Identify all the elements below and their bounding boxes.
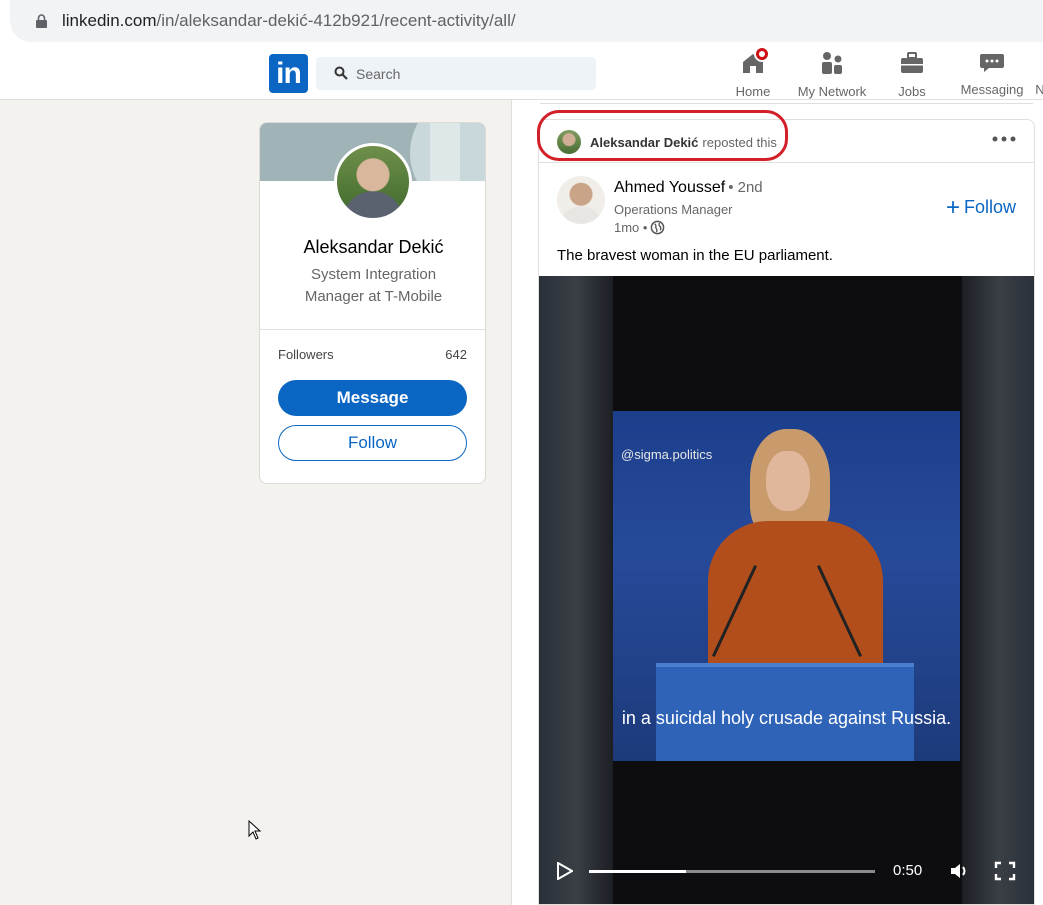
- connection-degree: • 2nd: [728, 179, 763, 196]
- linkedin-logo[interactable]: in: [269, 54, 308, 93]
- author-avatar[interactable]: [557, 176, 605, 224]
- video-time: 0:50: [893, 862, 923, 879]
- divider: [260, 329, 485, 330]
- author-name[interactable]: Ahmed Youssef: [614, 179, 725, 196]
- post-time: 1mo •: [614, 220, 665, 235]
- video-watermark: @sigma.politics: [621, 447, 713, 462]
- profile-card: Aleksandar Dekić System Integration Mana…: [259, 122, 486, 484]
- video-blur-left: [539, 276, 613, 904]
- notifications-icon: [1035, 50, 1043, 76]
- column-divider: [511, 100, 512, 905]
- url-text[interactable]: linkedin.com/in/aleksandar-dekić-412b921…: [62, 11, 516, 31]
- nav-jobs[interactable]: Jobs: [890, 50, 934, 100]
- nav-notifications[interactable]: N: [1033, 50, 1043, 100]
- more-options-icon[interactable]: [990, 132, 1018, 152]
- browser-url-bar: linkedin.com/in/aleksandar-dekić-412b921…: [0, 0, 1043, 44]
- nav-home-label: Home: [735, 84, 771, 99]
- follow-author-label: Follow: [963, 197, 1016, 217]
- nav-notifications-label: N: [1035, 82, 1043, 97]
- nav-jobs-label: Jobs: [898, 84, 926, 99]
- network-icon: [819, 50, 845, 76]
- briefcase-icon: [899, 50, 925, 76]
- video-blur-right: [962, 276, 1034, 904]
- top-nav: in Home My Network Jobs Messaging N: [0, 44, 1043, 100]
- message-button[interactable]: Message: [278, 380, 467, 416]
- fullscreen-icon[interactable]: [994, 861, 1016, 881]
- previous-post-edge: [540, 100, 1033, 104]
- follow-profile-button[interactable]: Follow: [278, 425, 467, 461]
- search-box[interactable]: [316, 57, 596, 90]
- globe-icon: [651, 220, 665, 235]
- followers-count: 642: [445, 347, 467, 362]
- post-age: 1mo •: [614, 220, 648, 235]
- profile-headline: System Integration Manager at T-Mobile: [304, 266, 443, 305]
- nav-messaging-label: Messaging: [960, 82, 1024, 97]
- nav-messaging[interactable]: Messaging: [958, 50, 1026, 100]
- profile-name[interactable]: Aleksandar Dekić: [260, 237, 485, 258]
- url-path: /in/aleksandar-dekić-412b921/recent-acti…: [156, 11, 516, 30]
- follow-author-button[interactable]: + Follow: [946, 194, 1016, 222]
- profile-avatar[interactable]: [334, 143, 412, 221]
- post-card: Aleksandar Dekić reposted this Ahmed Yous…: [538, 119, 1035, 905]
- post-text: The bravest woman in the EU parliament.: [557, 247, 833, 264]
- messaging-icon: [979, 50, 1005, 76]
- nav-home[interactable]: Home: [730, 46, 776, 100]
- video-progress-fill: [589, 870, 687, 873]
- search-icon: [334, 66, 348, 80]
- followers-label: Followers: [278, 347, 334, 362]
- video-subtitle: in a suicidal holy crusade against Russi…: [621, 708, 952, 728]
- author-name-line: Ahmed Youssef • 2nd: [614, 179, 763, 197]
- video-progress-bar[interactable]: [589, 870, 875, 873]
- annotation-highlight: [537, 110, 788, 161]
- url-domain: linkedin.com: [62, 11, 157, 30]
- mouse-cursor-icon: [248, 820, 262, 840]
- lock-icon: [36, 14, 47, 28]
- nav-my-network-label: My Network: [797, 84, 867, 99]
- video-player[interactable]: @sigma.politics in a suicidal holy crusa…: [539, 276, 1034, 904]
- plus-icon: +: [945, 194, 960, 221]
- play-icon[interactable]: [557, 862, 573, 880]
- search-input[interactable]: [356, 57, 586, 90]
- nav-my-network[interactable]: My Network: [794, 50, 870, 100]
- volume-icon[interactable]: [949, 861, 971, 881]
- notification-badge: [754, 46, 770, 62]
- address-bar[interactable]: linkedin.com/in/aleksandar-dekić-412b921…: [10, 0, 1043, 42]
- author-title: Operations Manager: [614, 202, 733, 217]
- home-icon: [740, 46, 770, 76]
- video-controls: 0:50: [539, 856, 1034, 904]
